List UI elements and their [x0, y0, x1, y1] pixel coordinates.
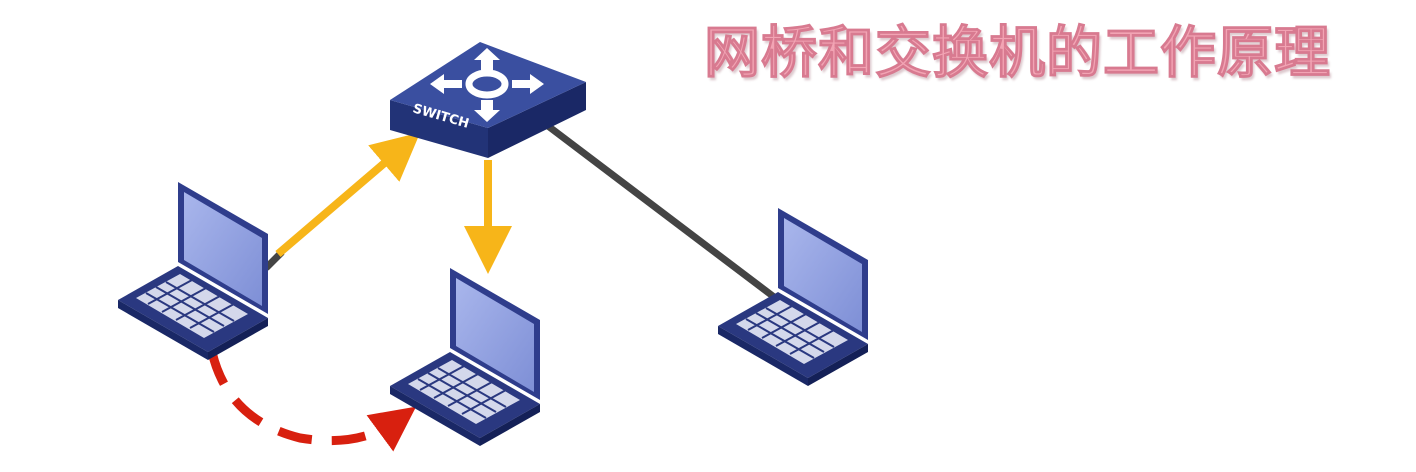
- arrow-pc-left-to-switch: [275, 132, 421, 258]
- laptop-icon: [118, 182, 268, 360]
- laptop-icon: [718, 208, 868, 386]
- arrow-dashed-pc-left-to-pc-middle: [207, 350, 417, 452]
- diagram-canvas: SWITCH 网桥和交换机的工作原理: [0, 0, 1416, 468]
- laptop-icon: [390, 268, 540, 446]
- slide-title: 网桥和交换机的工作原理: [704, 21, 1331, 86]
- link-switch-pc-right: [545, 123, 781, 303]
- switch-device: SWITCH: [390, 42, 586, 158]
